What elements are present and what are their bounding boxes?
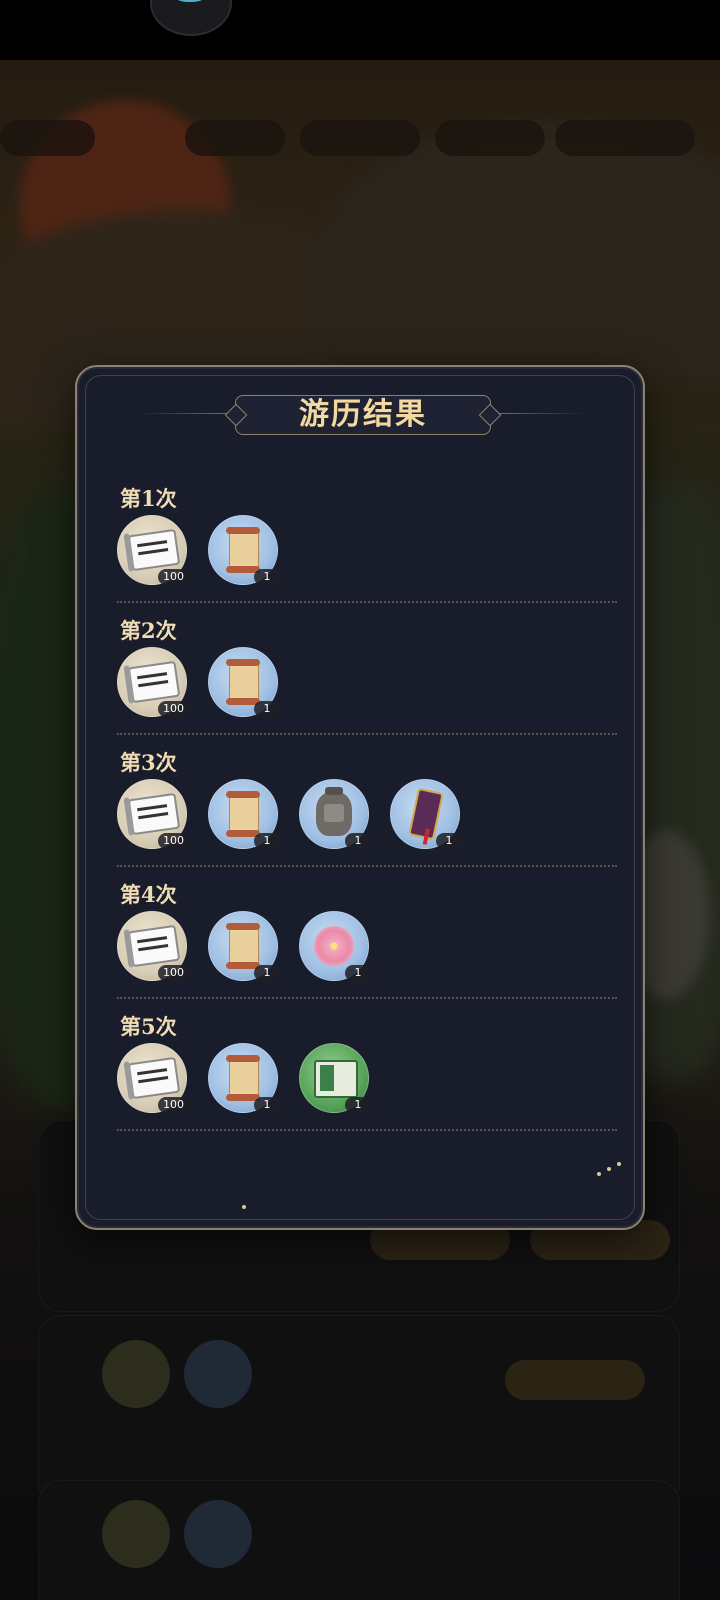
item-count-badge: 100 [158,833,189,849]
item-count-badge: 1 [254,569,280,585]
reward-item[interactable]: 100 [117,779,189,849]
reward-item[interactable]: 100 [117,647,189,717]
reward-item[interactable]: 1 [208,515,280,585]
reward-items: 100 1 [117,515,617,585]
item-count-badge: 100 [158,1097,189,1113]
reward-items: 100 1 1 [117,911,617,981]
bottom-ornament [242,1205,246,1209]
silk-banner-icon [127,660,181,704]
scroll-icon [226,923,260,969]
green-book-icon [314,1060,358,1098]
scroll-icon [226,791,260,837]
silk-banner-icon [127,528,181,572]
dotted-separator [117,997,617,999]
reward-item[interactable]: 100 [117,911,189,981]
reward-item[interactable]: 1 [208,911,280,981]
scroll-icon [226,659,260,705]
reward-item[interactable]: 1 [299,911,371,981]
silk-banner-icon [127,924,181,968]
round-label: 第5次 [120,1014,177,1039]
round-label: 第1次 [120,486,177,511]
reward-items: 100 1 1 [117,1043,617,1113]
status-bar [0,0,720,60]
reward-item[interactable]: 1 [299,779,371,849]
dotted-separator [117,1129,617,1131]
reward-items: 100 1 1 1 [117,779,617,849]
item-count-badge: 1 [345,833,371,849]
reward-item[interactable]: 100 [117,1043,189,1113]
corner-ornament [597,1172,601,1176]
modal-title: 游历结果 [299,397,427,432]
item-count-badge: 1 [254,701,280,717]
round-label: 第4次 [120,882,177,907]
dotted-separator [117,865,617,867]
round-label: 第2次 [120,618,177,643]
dotted-separator [117,601,617,603]
reward-item[interactable]: 1 [299,1043,371,1113]
round-label: 第3次 [120,750,177,775]
reward-item[interactable]: 1 [208,779,280,849]
reward-item[interactable]: 1 [390,779,462,849]
reward-items: 100 1 [117,647,617,717]
reward-item[interactable]: 1 [208,647,280,717]
peony-flower-icon [314,926,354,966]
item-count-badge: 1 [254,965,280,981]
avatar[interactable] [150,0,232,36]
scroll-icon [226,527,260,573]
silk-banner-icon [127,792,181,836]
item-count-badge: 1 [254,1097,280,1113]
title-plate: 游历结果 [235,395,491,435]
item-count-badge: 100 [158,701,189,717]
item-count-badge: 100 [158,965,189,981]
dotted-separator [117,733,617,735]
item-count-badge: 1 [436,833,462,849]
item-count-badge: 1 [254,833,280,849]
item-count-badge: 1 [345,1097,371,1113]
corner-ornament [617,1162,621,1166]
reward-item[interactable]: 100 [117,515,189,585]
corner-ornament [607,1167,611,1171]
item-count-badge: 100 [158,569,189,585]
travel-result-modal: 游历结果 第1次 100 1 第2次 100 1 第3次 100 1 1 1 第4次 100 1 1 第5次 1… [75,365,645,1230]
scroll-icon [226,1055,260,1101]
silk-banner-icon [127,1056,181,1100]
wine-jar-icon [316,787,352,836]
reward-item[interactable]: 1 [208,1043,280,1113]
token-tablet-icon [408,787,444,841]
item-count-badge: 1 [345,965,371,981]
bird-icon [170,0,210,2]
